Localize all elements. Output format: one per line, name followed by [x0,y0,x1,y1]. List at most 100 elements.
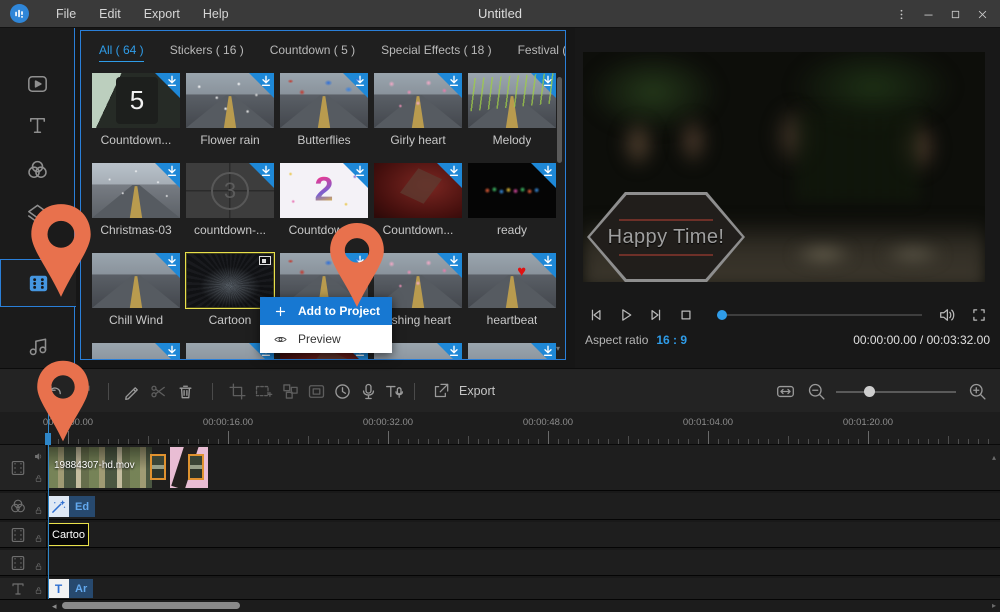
element-track-header[interactable] [0,550,47,575]
scroll-left-arrow-icon[interactable]: ◂ [52,601,57,612]
video-track[interactable]: 19884307-hd.mov [0,445,1000,491]
element-item-heartbeat[interactable]: heartbeat [465,253,559,343]
element-thumbnail[interactable] [186,73,274,128]
mosaic-button[interactable] [279,380,302,403]
transition-marker[interactable] [188,454,204,480]
text-to-speech-button[interactable] [383,380,406,403]
element-item-butterflies[interactable]: Butterflies [277,73,371,163]
element-track-1[interactable]: Cartoo [0,522,1000,548]
timeline-zoom-slider[interactable] [836,391,956,393]
sidebar-item-text[interactable] [0,104,75,146]
delete-button[interactable] [174,380,197,403]
zoom-in-button[interactable] [966,380,989,403]
element-item-melody[interactable]: Melody [465,73,559,163]
filter-track[interactable]: Ed [0,493,1000,520]
volume-button[interactable] [936,304,958,326]
scroll-down-arrow-icon[interactable]: ▾ [556,344,560,353]
element-thumbnail[interactable] [468,343,556,360]
sidebar-item-media[interactable] [0,62,75,104]
zoom-out-button[interactable] [805,380,828,403]
text-track[interactable]: T Ar [0,578,1000,600]
menu-help[interactable]: Help [203,7,229,21]
element-clip[interactable]: Cartoo [48,523,89,546]
video-track-header[interactable] [0,445,47,490]
ruler-tick [708,431,709,444]
transition-marker[interactable] [150,454,166,480]
stop-button[interactable] [675,304,697,326]
timeline-ruler[interactable]: 00:00:00.0000:00:16.0000:00:32.0000:00:4… [0,412,1000,445]
split-button[interactable] [147,380,170,403]
fullscreen-button[interactable] [968,304,990,326]
element-item-ready[interactable]: ready [465,163,559,253]
tab-special[interactable]: Special Effects ( 18 ) [381,43,492,62]
element-item[interactable] [465,343,559,360]
filter-track-header[interactable] [0,493,47,519]
aspect-ratio-value[interactable]: 16 : 9 [656,333,687,347]
menu-file[interactable]: File [56,7,76,21]
maximize-button[interactable] [942,0,969,28]
fit-timeline-button[interactable] [774,380,797,403]
tab-countdown[interactable]: Countdown ( 5 ) [270,43,355,62]
video-clip[interactable]: 19884307-hd.mov [48,447,152,488]
tab-stickers[interactable]: Stickers ( 16 ) [170,43,244,62]
menu-edit[interactable]: Edit [99,7,121,21]
freeze-frame-button[interactable] [305,380,328,403]
element-track-2[interactable] [0,550,1000,576]
element-thumbnail[interactable] [374,73,462,128]
close-button[interactable] [969,0,996,28]
element-item[interactable] [89,343,183,360]
lock-track-icon[interactable] [33,585,44,596]
zoom-frame-button[interactable] [252,380,275,403]
voiceover-button[interactable] [357,380,380,403]
menu-export[interactable]: Export [144,7,180,21]
scroll-right-arrow-icon[interactable]: ▸ [992,601,996,610]
duration-button[interactable] [331,380,354,403]
element-thumbnail[interactable] [374,163,462,218]
element-item-flower-rain[interactable]: Flower rain [183,73,277,163]
more-options-button[interactable] [888,0,915,28]
element-thumbnail[interactable]: 3 [186,163,274,218]
tab-all[interactable]: All ( 64 ) [99,43,144,62]
crop-button[interactable] [226,380,249,403]
elements-scrollbar[interactable]: ▾ [557,35,562,355]
element-thumbnail[interactable] [280,73,368,128]
video-preview[interactable]: Happy Time! [583,52,985,282]
text-track-header[interactable] [0,578,47,599]
context-menu-item-preview[interactable]: Preview [260,325,392,353]
edit-button[interactable] [120,380,143,403]
horizontal-scrollbar[interactable]: ◂ ▸ [0,600,1000,612]
scrollbar-thumb[interactable] [557,77,562,163]
element-item-countdown[interactable]: 5Countdown... [89,73,183,163]
element-thumbnail[interactable] [92,343,180,360]
zoom-slider-handle[interactable] [864,386,875,397]
sidebar-item-filters[interactable] [0,148,75,190]
mute-track-icon[interactable] [33,451,44,462]
seek-handle[interactable] [717,310,727,320]
element-track-header[interactable] [0,522,47,547]
text-clip[interactable]: T Ar [48,579,93,598]
element-item-girly-heart[interactable]: Girly heart [371,73,465,163]
element-thumbnail[interactable] [92,253,180,308]
scrollbar-thumb[interactable] [62,602,240,609]
previous-frame-button[interactable] [585,304,607,326]
element-thumbnail[interactable] [468,163,556,218]
element-thumbnail[interactable]: 2 [280,163,368,218]
element-thumbnail[interactable] [92,163,180,218]
next-frame-button[interactable] [645,304,667,326]
element-thumbnail[interactable] [468,253,556,308]
export-button[interactable]: Export [430,380,495,402]
seek-bar[interactable] [717,314,922,316]
element-thumbnail[interactable]: 5 [92,73,180,128]
tracks-scroll-up-icon[interactable]: ▴ [992,453,996,462]
element-item-christmas-03[interactable]: Christmas-03 [89,163,183,253]
lock-track-icon[interactable] [33,505,44,516]
play-button[interactable] [615,304,637,326]
lock-track-icon[interactable] [33,533,44,544]
element-item-chill-wind[interactable]: Chill Wind [89,253,183,343]
minimize-button[interactable] [915,0,942,28]
element-item-countdown[interactable]: 3countdown-... [183,163,277,253]
filter-clip[interactable]: Ed [48,496,95,517]
lock-track-icon[interactable] [33,473,44,484]
element-thumbnail[interactable] [468,73,556,128]
lock-track-icon[interactable] [33,561,44,572]
